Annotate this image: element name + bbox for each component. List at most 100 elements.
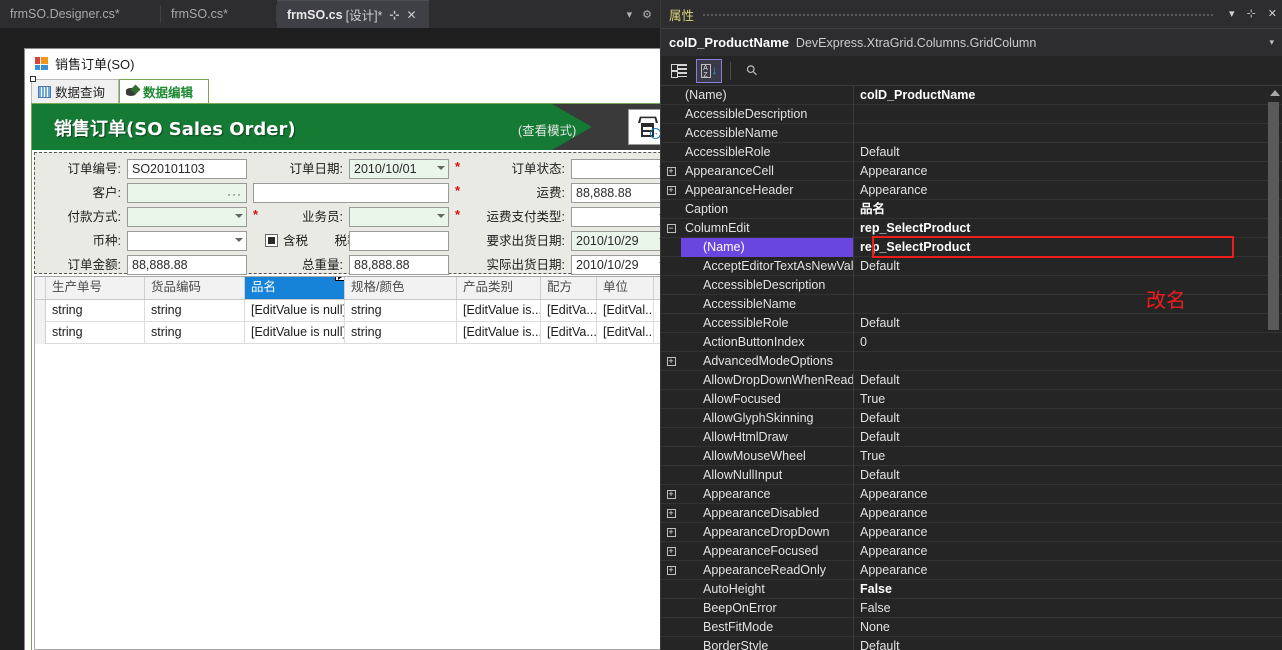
- pay-method-select[interactable]: [127, 207, 247, 227]
- column-selection-marker[interactable]: [335, 277, 344, 281]
- expand-icon[interactable]: +: [661, 166, 681, 177]
- order-amount-input[interactable]: 88,888.88: [127, 255, 247, 275]
- property-row[interactable]: AccessibleName: [661, 294, 1282, 314]
- properties-grid[interactable]: (Name) colD_ProductName AccessibleDescript…: [661, 86, 1282, 650]
- property-name[interactable]: BeepOnError: [681, 598, 854, 618]
- expander-box[interactable]: −: [666, 223, 676, 233]
- property-name[interactable]: ColumnEdit: [681, 218, 854, 238]
- property-row[interactable]: + AppearanceCell Appearance: [661, 161, 1282, 181]
- property-value[interactable]: Default: [854, 428, 1282, 447]
- property-name[interactable]: AccessibleName: [681, 123, 854, 143]
- property-row[interactable]: + AppearanceDropDown Appearance: [661, 522, 1282, 542]
- table-cell[interactable]: [EditValue is...: [457, 322, 541, 344]
- table-cell[interactable]: string: [345, 322, 457, 344]
- property-row[interactable]: + AppearanceFocused Appearance: [661, 541, 1282, 561]
- properties-object-selector[interactable]: colD_ProductName DevExpress.XtraGrid.Col…: [661, 28, 1282, 56]
- grid-column-header[interactable]: 产品类别: [457, 277, 541, 299]
- total-weight-input[interactable]: 88,888.88: [349, 255, 449, 275]
- table-cell[interactable]: string: [145, 300, 245, 322]
- editor-tab-frmso-cs[interactable]: frmSO.cs*: [161, 0, 276, 28]
- expander-box[interactable]: +: [666, 565, 676, 575]
- act-ship-date-input[interactable]: 2010/10/29: [571, 255, 671, 275]
- property-value[interactable]: None: [854, 618, 1282, 637]
- expander-box[interactable]: +: [666, 546, 676, 556]
- property-name[interactable]: ActionButtonIndex: [681, 332, 854, 352]
- grid-column-header[interactable]: 品名: [245, 277, 345, 299]
- alphabetical-sort-button[interactable]: A Z ↓: [696, 58, 722, 83]
- pin-icon[interactable]: ⊹: [389, 9, 399, 21]
- property-row[interactable]: + AdvancedModeOptions: [661, 351, 1282, 371]
- property-row[interactable]: ActionButtonIndex 0: [661, 332, 1282, 352]
- expand-icon[interactable]: +: [661, 527, 681, 538]
- req-ship-date-input[interactable]: 2010/10/29: [571, 231, 671, 251]
- property-value[interactable]: 品名: [854, 200, 1282, 219]
- property-name[interactable]: Appearance: [681, 484, 854, 504]
- property-value[interactable]: Appearance: [854, 485, 1282, 504]
- property-name[interactable]: BorderStyle: [681, 636, 854, 650]
- table-cell[interactable]: string: [145, 322, 245, 344]
- expander-box[interactable]: +: [666, 356, 676, 366]
- property-name[interactable]: AllowFocused: [681, 389, 854, 409]
- tab-data-edit[interactable]: 数据编辑: [119, 79, 209, 104]
- tax-rate-input[interactable]: [349, 231, 449, 251]
- property-row[interactable]: + Appearance Appearance: [661, 484, 1282, 504]
- property-row[interactable]: AllowMouseWheel True: [661, 446, 1282, 466]
- tax-included-checkbox[interactable]: [265, 234, 278, 247]
- property-name[interactable]: AppearanceCell: [681, 161, 854, 181]
- freight-pay-type-select[interactable]: [571, 207, 671, 227]
- property-row[interactable]: Caption 品名: [661, 199, 1282, 219]
- property-value[interactable]: 0: [854, 333, 1282, 352]
- table-cell[interactable]: string: [345, 300, 457, 322]
- property-name[interactable]: (Name): [681, 237, 854, 257]
- close-icon[interactable]: ✕: [1262, 0, 1282, 28]
- property-value[interactable]: rep_SelectProduct: [854, 219, 1282, 238]
- property-value[interactable]: False: [854, 599, 1282, 618]
- expand-icon[interactable]: +: [661, 565, 681, 576]
- grid-column-header[interactable]: 规格/颜色: [345, 277, 457, 299]
- property-row[interactable]: AllowNullInput Default: [661, 465, 1282, 485]
- property-row[interactable]: (Name) rep_SelectProduct: [661, 237, 1282, 257]
- property-row[interactable]: + AppearanceHeader Appearance: [661, 180, 1282, 200]
- property-value[interactable]: Appearance: [854, 504, 1282, 523]
- table-cell[interactable]: [EditVal...: [597, 300, 654, 322]
- close-icon[interactable]: ✕: [406, 9, 416, 21]
- grid-column-header[interactable]: 生产单号: [46, 277, 145, 299]
- property-row[interactable]: BestFitMode None: [661, 617, 1282, 637]
- property-value[interactable]: colD_ProductName: [854, 86, 1282, 105]
- editor-tab-frmso-design[interactable]: frmSO.cs [设计]* ⊹ ✕: [277, 0, 429, 28]
- property-value[interactable]: Default: [854, 314, 1282, 333]
- property-name[interactable]: AllowGlyphSkinning: [681, 408, 854, 428]
- gear-icon[interactable]: ⚙: [642, 8, 652, 21]
- grid-column-header[interactable]: 配方: [541, 277, 597, 299]
- properties-scrollbar[interactable]: [1267, 88, 1280, 388]
- table-cell[interactable]: [EditVa...: [541, 300, 597, 322]
- property-name[interactable]: AccessibleRole: [681, 313, 854, 333]
- customer-code-input[interactable]: ···: [127, 183, 247, 203]
- scroll-up-icon[interactable]: [1270, 90, 1280, 96]
- order-date-input[interactable]: 2010/10/01: [349, 159, 449, 179]
- property-row[interactable]: AllowGlyphSkinning Default: [661, 408, 1282, 428]
- property-value[interactable]: Appearance: [854, 181, 1282, 200]
- property-row[interactable]: AcceptEditorTextAsNewValue Default: [661, 256, 1282, 276]
- property-name[interactable]: AutoHeight: [681, 579, 854, 599]
- table-cell[interactable]: [EditVal...: [597, 322, 654, 344]
- expand-icon[interactable]: +: [661, 185, 681, 196]
- expand-icon[interactable]: +: [661, 508, 681, 519]
- table-cell[interactable]: [EditValue is null]: [245, 322, 345, 344]
- property-name[interactable]: AppearanceDisabled: [681, 503, 854, 523]
- scrollbar-thumb[interactable]: [1268, 102, 1279, 330]
- property-row[interactable]: AllowDropDownWhenReadO Default: [661, 370, 1282, 390]
- expander-box[interactable]: +: [666, 166, 676, 176]
- property-name[interactable]: AccessibleName: [681, 294, 854, 314]
- property-name[interactable]: AccessibleDescription: [681, 275, 854, 295]
- salesman-select[interactable]: [349, 207, 449, 227]
- property-row[interactable]: AccessibleDescription: [661, 275, 1282, 295]
- grid-column-header[interactable]: 单位: [597, 277, 654, 299]
- events-button[interactable]: ⚲: [739, 59, 765, 83]
- property-name[interactable]: BestFitMode: [681, 617, 854, 637]
- property-value[interactable]: [854, 276, 1282, 295]
- property-name[interactable]: Caption: [681, 199, 854, 219]
- property-name[interactable]: AppearanceHeader: [681, 180, 854, 200]
- tab-data-query[interactable]: 数据查询: [30, 76, 119, 104]
- table-cell[interactable]: [EditVa...: [541, 322, 597, 344]
